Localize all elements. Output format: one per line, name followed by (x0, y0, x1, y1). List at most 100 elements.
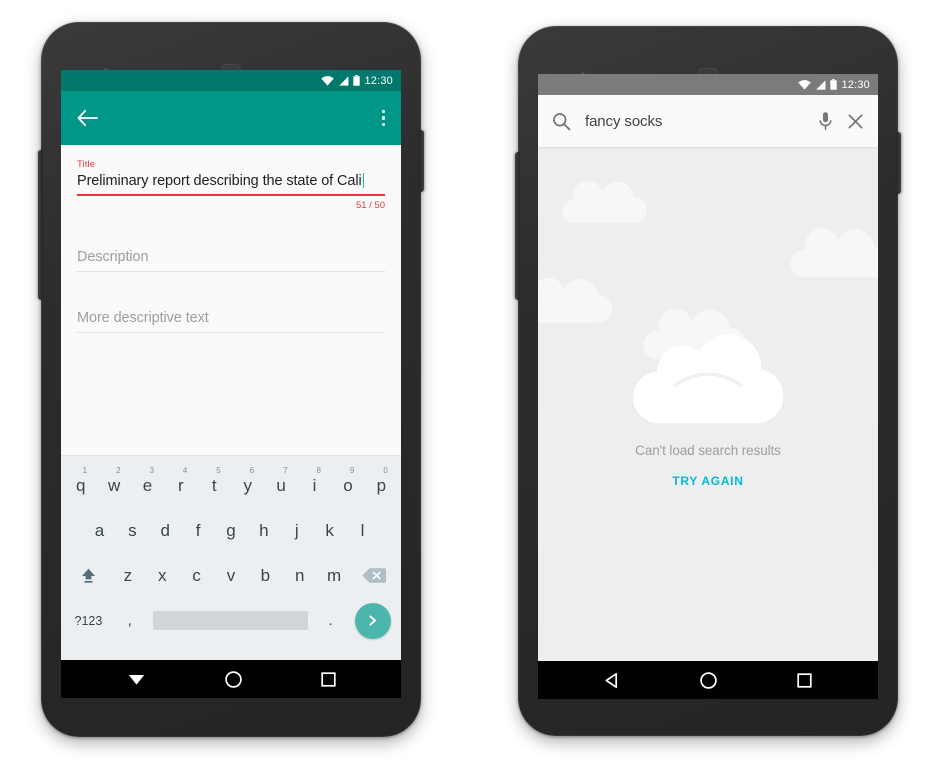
home-circle-icon[interactable] (224, 670, 243, 689)
comma-key[interactable]: , (113, 612, 147, 629)
keyboard-row-4: ?123 , . (64, 598, 398, 643)
empty-state-message: Can't load search results (635, 443, 781, 459)
key-number-9: 9 (349, 465, 355, 475)
field-spacer (77, 276, 385, 310)
volume-rocker-button[interactable] (38, 150, 43, 300)
recents-square-icon[interactable] (796, 672, 813, 689)
key-l[interactable]: l (346, 521, 379, 541)
home-circle-icon[interactable] (699, 671, 718, 690)
key-j[interactable]: j (280, 521, 313, 541)
key-x[interactable]: x (145, 566, 179, 586)
key-z[interactable]: z (111, 566, 145, 586)
power-button[interactable] (419, 130, 424, 192)
key-number-8: 8 (316, 465, 321, 475)
key-o[interactable]: o9 (331, 466, 364, 496)
title-field-group[interactable]: Title Preliminary report describing the … (77, 159, 385, 211)
key-e[interactable]: e3 (131, 466, 164, 496)
key-i[interactable]: i8 (298, 466, 331, 496)
symbols-key[interactable]: ?123 (64, 614, 113, 628)
keyboard-row-1: q1w2e3r4t5y6u7i8o9p0 (64, 463, 398, 508)
title-field-underline (77, 194, 385, 196)
phone-device-left: 12:30 Title Preliminary report describin… (38, 22, 424, 737)
soft-keyboard[interactable]: q1w2e3r4t5y6u7i8o9p0 asdfghjkl z x c v b… (61, 455, 401, 660)
nav-bar-left (61, 660, 401, 698)
key-number-0: 0 (383, 465, 388, 475)
search-results-area: Can't load search results TRY AGAIN (538, 147, 878, 661)
key-d[interactable]: d (149, 521, 182, 541)
status-bar-left: 12:30 (61, 70, 401, 91)
wifi-icon (321, 75, 335, 86)
key-v[interactable]: v (214, 566, 248, 586)
try-again-button[interactable]: TRY AGAIN (672, 474, 743, 488)
character-counter: 51 / 50 (355, 200, 385, 211)
key-c[interactable]: c (179, 566, 213, 586)
recents-square-icon[interactable] (320, 671, 337, 688)
screen-right: 12:30 fancy socks Can't load search resu… (538, 74, 878, 661)
search-icon[interactable] (552, 112, 571, 131)
key-t[interactable]: t5 (198, 466, 231, 496)
more-text-field-group[interactable]: More descriptive text (77, 310, 385, 333)
key-y[interactable]: y6 (231, 466, 264, 496)
overflow-menu-icon[interactable] (381, 109, 385, 127)
back-arrow-icon[interactable] (77, 109, 98, 127)
power-button[interactable] (896, 132, 901, 194)
key-s[interactable]: s (116, 521, 149, 541)
key-p[interactable]: p0 (365, 466, 398, 496)
title-field-value: Preliminary report describing the state … (77, 173, 362, 189)
key-b[interactable]: b (248, 566, 282, 586)
description-field-group[interactable]: Description (77, 249, 385, 272)
key-number-4: 4 (182, 465, 188, 475)
close-icon[interactable] (847, 113, 864, 130)
key-n[interactable]: n (283, 566, 317, 586)
screenshot-canvas: 12:30 Title Preliminary report describin… (0, 0, 940, 769)
keyboard-dismiss-icon[interactable] (126, 671, 147, 688)
key-g[interactable]: g (215, 521, 248, 541)
volume-rocker-button[interactable] (515, 152, 520, 300)
back-triangle-icon[interactable] (603, 671, 621, 690)
battery-icon (830, 79, 838, 90)
key-number-2: 2 (116, 465, 121, 475)
battery-icon (353, 75, 361, 86)
key-h[interactable]: h (247, 521, 280, 541)
key-q[interactable]: q1 (64, 466, 97, 496)
status-bar-right: 12:30 (538, 74, 878, 95)
app-toolbar-left (61, 91, 401, 145)
key-k[interactable]: k (313, 521, 346, 541)
wifi-icon (798, 79, 812, 90)
key-a[interactable]: a (83, 521, 116, 541)
search-bar: fancy socks (538, 95, 878, 147)
key-number-3: 3 (149, 465, 154, 475)
more-text-field-input[interactable]: More descriptive text (77, 310, 385, 332)
field-spacer (77, 215, 385, 249)
nav-bar-right (538, 661, 878, 699)
key-number-7: 7 (283, 465, 288, 475)
key-w[interactable]: w2 (97, 466, 130, 496)
phone-device-right: 12:30 fancy socks Can't load search resu… (515, 26, 901, 736)
key-f[interactable]: f (182, 521, 215, 541)
screen-left: 12:30 Title Preliminary report describin… (61, 70, 401, 660)
enter-chevron-icon (354, 602, 391, 639)
keyboard-row-3: z x c v b n m (64, 553, 398, 598)
microphone-icon[interactable] (818, 111, 833, 131)
more-text-field-underline (77, 332, 385, 333)
title-field-input[interactable]: Preliminary report describing the state … (77, 173, 385, 194)
search-input[interactable]: fancy socks (585, 113, 804, 130)
signal-icon (816, 79, 826, 90)
backspace-key-icon[interactable] (351, 567, 396, 584)
key-number-1: 1 (82, 465, 88, 475)
key-u[interactable]: u7 (264, 466, 297, 496)
key-number-5: 5 (216, 465, 221, 475)
title-field-label: Title (77, 159, 96, 170)
period-key[interactable]: . (314, 612, 348, 629)
shift-key-icon[interactable] (66, 566, 111, 585)
status-bar-clock: 12:30 (364, 74, 393, 87)
enter-key[interactable] (347, 602, 398, 639)
key-m[interactable]: m (317, 566, 351, 586)
status-bar-clock: 12:30 (841, 78, 870, 91)
description-field-input[interactable]: Description (77, 249, 385, 271)
description-field-underline (77, 271, 385, 272)
key-r[interactable]: r4 (164, 466, 197, 496)
empty-state: Can't load search results TRY AGAIN (538, 305, 878, 488)
sad-cloud-icon (633, 334, 784, 424)
space-key[interactable] (152, 611, 308, 630)
